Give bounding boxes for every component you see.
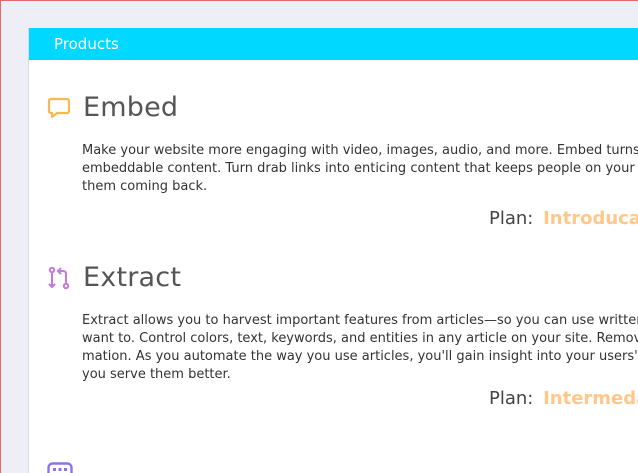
product-title-extract: Extract bbox=[83, 262, 182, 293]
plan-value-link[interactable]: Introducat bbox=[543, 208, 638, 229]
plan-embed: Plan: Introducat bbox=[489, 208, 638, 229]
viewport-top-border bbox=[0, 0, 638, 1]
panel-header: Products bbox=[29, 28, 638, 60]
products-panel: Products Embed Make your website more en… bbox=[28, 28, 638, 473]
chat-bubble-icon bbox=[47, 96, 71, 120]
product-description-extract: Extract allows you to harvest important … bbox=[82, 313, 638, 382]
product-title-embed: Embed bbox=[83, 92, 179, 123]
panel-title: Products bbox=[54, 35, 119, 53]
viewport-left-border bbox=[0, 0, 1, 473]
merge-arrows-icon bbox=[47, 266, 71, 290]
plan-value-link[interactable]: Intermedat bbox=[543, 388, 638, 409]
product-description-embed: Make your website more engaging with vid… bbox=[82, 143, 638, 194]
plan-label: Plan: bbox=[489, 388, 534, 409]
plan-extract: Plan: Intermedat bbox=[489, 388, 638, 409]
plan-label: Plan: bbox=[489, 208, 534, 229]
grid-keyboard-icon bbox=[47, 462, 73, 473]
